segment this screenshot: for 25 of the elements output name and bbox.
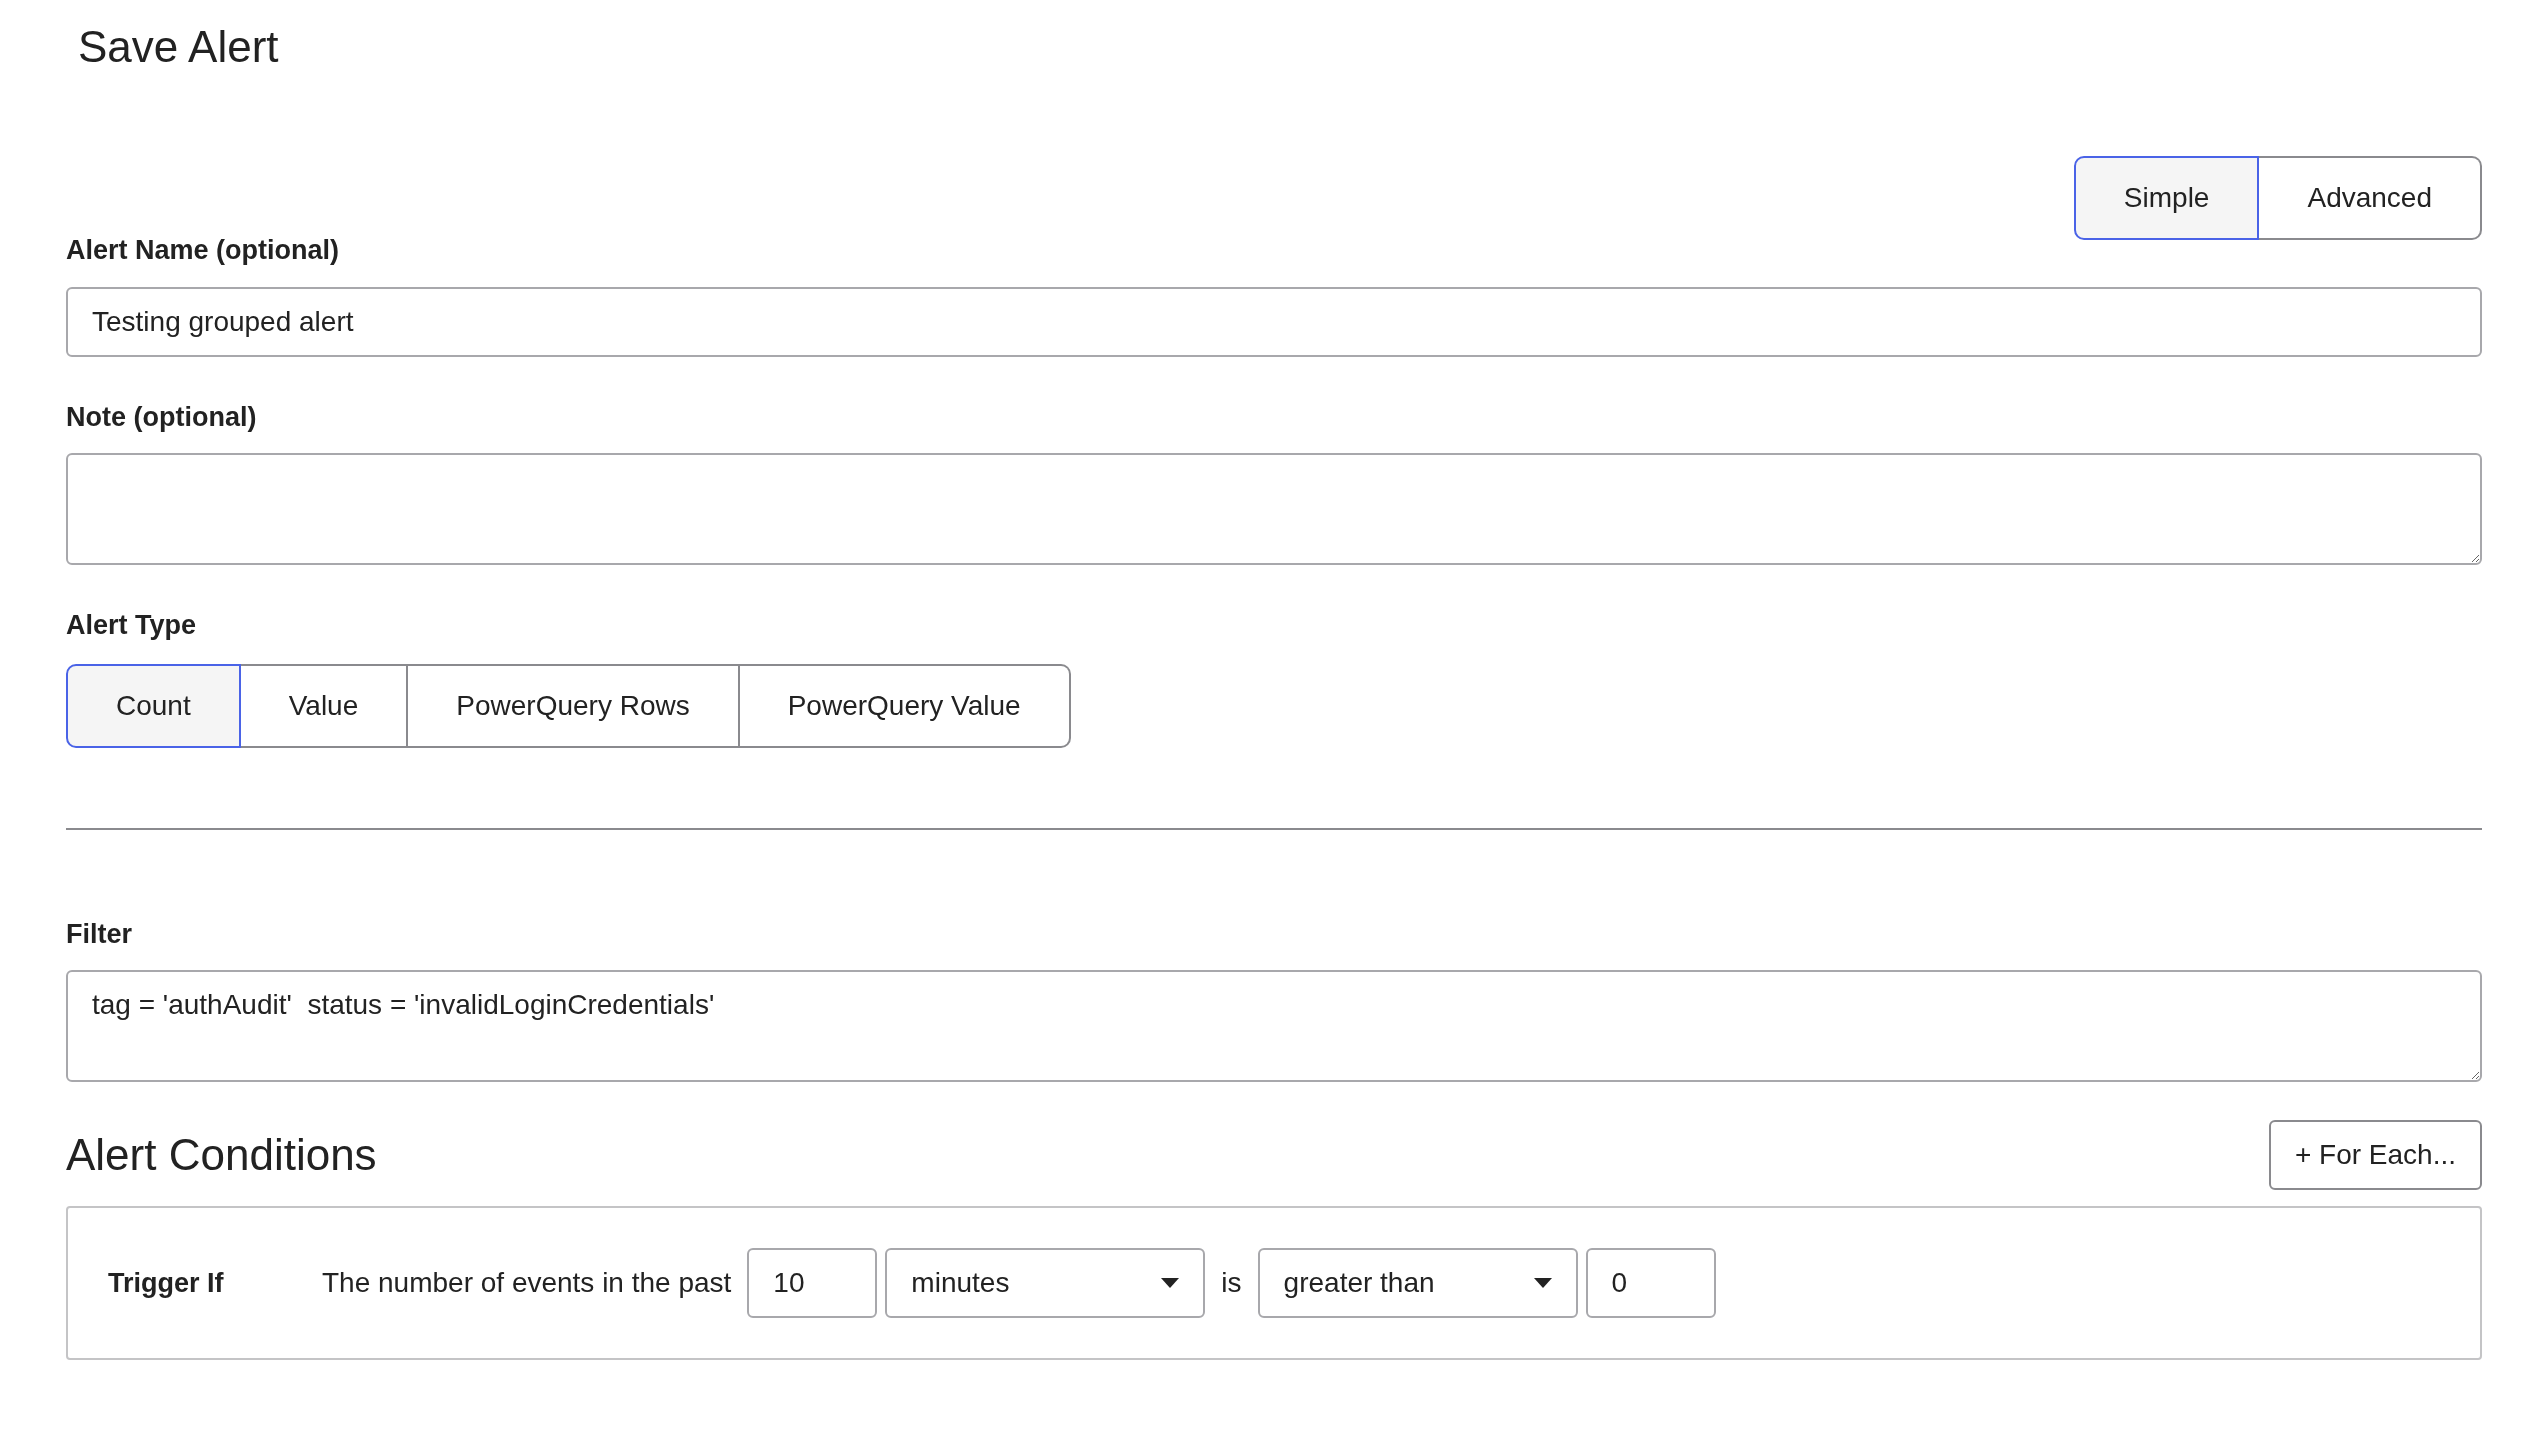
field-label: Note (optional) — [66, 400, 258, 434]
caret-icon — [1161, 1278, 1180, 1288]
segment-tab[interactable]: Count — [66, 663, 241, 748]
page-title: Save Alert — [77, 21, 280, 73]
filter-field[interactable]: tag = 'authAudit' status = 'invalidLoginCredentials' — [66, 970, 2482, 1082]
segment-tab[interactable]: PowerQuery Value — [739, 663, 1071, 748]
input-field[interactable]: Testing grouped alert — [66, 286, 2482, 357]
segment-tab[interactable]: PowerQuery Rows — [408, 663, 740, 748]
condition-text: The number of events in the past — [322, 1266, 732, 1300]
count-field[interactable]: 10 — [747, 1248, 878, 1318]
segment-tab[interactable]: Advanced — [2259, 156, 2482, 240]
threshold-field[interactable]: 0 — [1585, 1248, 1716, 1318]
section-heading: Alert Conditions — [66, 1129, 377, 1181]
field-label: Alert Name (optional) — [66, 234, 341, 267]
segment-tab[interactable]: Simple — [2073, 156, 2260, 240]
connector-text: is — [1221, 1266, 1242, 1300]
field-label: Alert Type — [66, 609, 198, 642]
field-label: Filter — [66, 917, 133, 951]
comparison-dropdown[interactable]: greater than — [1257, 1248, 1578, 1318]
unit-dropdown[interactable]: minutes — [885, 1248, 1206, 1318]
caret-icon — [1533, 1278, 1552, 1288]
segment-tab[interactable]: Value — [240, 663, 409, 748]
for-each-button[interactable]: + For Each... — [2268, 1120, 2482, 1190]
note-field[interactable] — [66, 453, 2482, 565]
trigger-label: Trigger If — [108, 1266, 225, 1300]
